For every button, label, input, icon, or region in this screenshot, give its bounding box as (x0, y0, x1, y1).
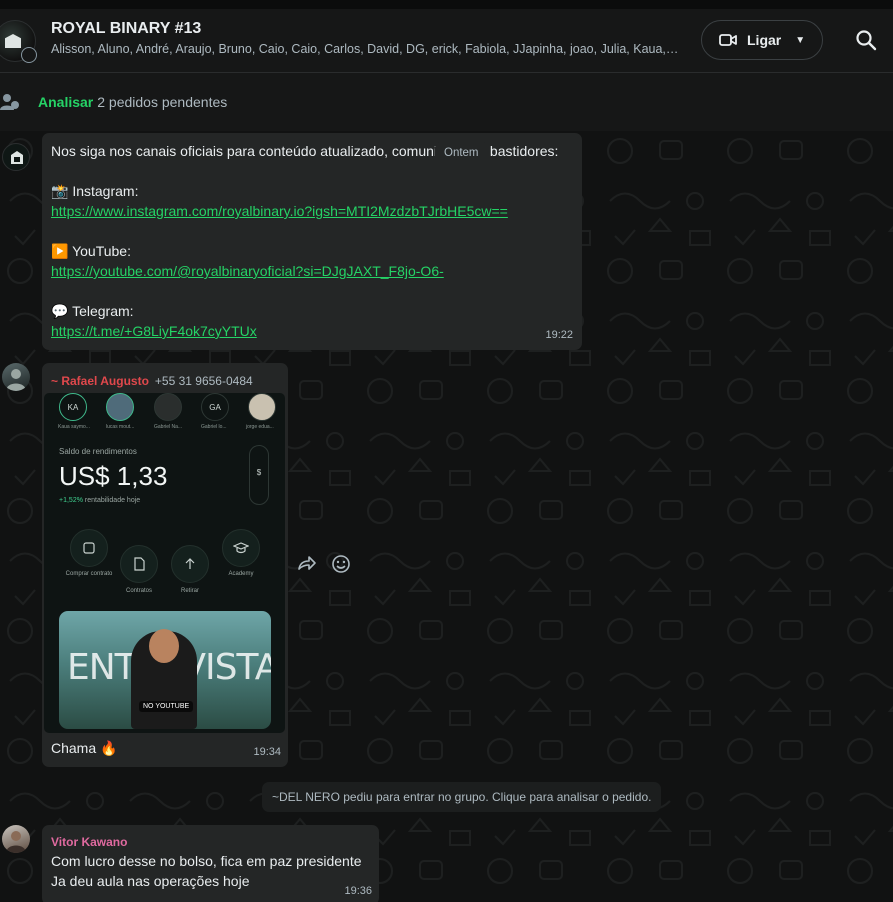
emoji-reaction-icon[interactable] (331, 554, 351, 574)
video-camera-icon (719, 34, 737, 46)
instagram-link[interactable]: https://www.instagram.com/royalbinary.io… (51, 201, 573, 221)
message-intro: Nos siga nos canais oficiais para conteú… (51, 143, 559, 159)
profile-photo-icon (6, 831, 26, 853)
growth-row: +1,52% rentabilidade hoje (59, 497, 140, 504)
message-list[interactable]: Nos siga nos canais oficiais para conteú… (0, 131, 893, 902)
story-avatar: KA (59, 393, 87, 421)
story-caption: lucas mout... (106, 424, 135, 430)
telegram-link[interactable]: https://t.me/+G8LiyF4ok7cyYTUx (51, 321, 573, 341)
instagram-label: 📸 Instagram: (51, 183, 139, 199)
growth-suffix: rentabilidade hoje (84, 497, 141, 504)
community-badge-icon (21, 47, 37, 63)
message-time: 19:34 (253, 746, 281, 758)
system-message[interactable]: ~DEL NERO pediu para entrar no grupo. Cl… (262, 782, 662, 812)
review-link[interactable]: Analisar (38, 94, 93, 110)
academy-icon (222, 529, 260, 567)
message-bubble[interactable]: Nos siga nos canais oficiais para conteú… (42, 133, 582, 350)
profile-photo-icon (6, 369, 26, 391)
message-time: 19:22 (545, 329, 573, 341)
story-avatar (248, 393, 276, 421)
story-avatar (106, 393, 134, 421)
action-label: Academy (228, 571, 254, 577)
call-label: Ligar (747, 32, 782, 48)
story-avatar (154, 393, 182, 421)
youtube-label: ▶️ YouTube: (51, 243, 131, 259)
balance-amount: US$ 1,33 (59, 461, 168, 491)
sender-name[interactable]: ~ Rafael Augusto (51, 374, 149, 388)
sender-phone: +55 31 9656-0484 (154, 374, 253, 388)
window-top-strip (0, 0, 893, 9)
message-bubble[interactable]: Vitor Kawano Com lucro desse no bolso, f… (42, 825, 379, 902)
action-label: Comprar contrato (65, 571, 113, 577)
story-caption: Gabriel Na... (154, 424, 183, 430)
chevron-down-icon[interactable]: ▼ (795, 35, 805, 46)
message-text-line: Ja deu aula nas operações hoje (51, 873, 250, 889)
action-label: Retirar (180, 588, 199, 594)
pending-count-text: 2 pedidos pendentes (97, 94, 228, 110)
growth-value: +1,52% (59, 497, 83, 504)
group-avatar[interactable] (0, 20, 37, 63)
contracts-icon (120, 545, 158, 583)
interview-banner: ENTREVISTA NO YOUTUBE (59, 611, 271, 729)
date-divider: Ontem (435, 142, 488, 164)
balance-label: Saldo de rendimentos (59, 447, 137, 456)
pending-requests-bar[interactable]: Analisar 2 pedidos pendentes (0, 73, 893, 131)
image-attachment[interactable]: KA GA Kaua saymo... lucas mout... Gabrie… (44, 393, 285, 733)
message-actions (297, 554, 351, 574)
currency-toggle: $ (249, 445, 269, 505)
banner-tag: NO YOUTUBE (139, 701, 194, 712)
forward-icon[interactable] (297, 554, 317, 574)
avatar[interactable] (2, 825, 30, 853)
message-caption: Chama 🔥 (51, 740, 118, 756)
message-text-line: Com lucro desse no bolso, fica em paz pr… (51, 853, 362, 869)
search-button[interactable] (855, 29, 879, 53)
group-members[interactable]: Alisson, Aluno, André, Araujo, Bruno, Ca… (51, 42, 679, 56)
story-caption: jorge edua... (246, 424, 274, 430)
group-logo-icon (5, 34, 21, 48)
banner-face (149, 629, 179, 663)
chat-header: ROYAL BINARY #13 Alisson, Aluno, André, … (0, 9, 893, 73)
group-title[interactable]: ROYAL BINARY #13 (51, 20, 201, 38)
buy-contract-icon (70, 529, 108, 567)
pending-requests-text: Analisar 2 pedidos pendentes (38, 94, 227, 110)
message-time: 19:36 (344, 885, 372, 897)
withdraw-icon (171, 545, 209, 583)
telegram-label: 💬 Telegram: (51, 303, 134, 319)
story-caption: Gabriel lo... (201, 424, 227, 430)
story-avatar: GA (201, 393, 229, 421)
story-caption: Kaua saymo... (58, 424, 90, 430)
group-requests-icon (0, 94, 19, 110)
sender-name[interactable]: Vitor Kawano (51, 832, 127, 852)
youtube-link[interactable]: https://youtube.com/@royalbinaryoficial?… (51, 261, 573, 281)
avatar[interactable] (2, 143, 30, 171)
call-button[interactable]: Ligar ▼ (701, 20, 823, 60)
avatar[interactable] (2, 363, 30, 391)
search-icon (856, 30, 877, 51)
